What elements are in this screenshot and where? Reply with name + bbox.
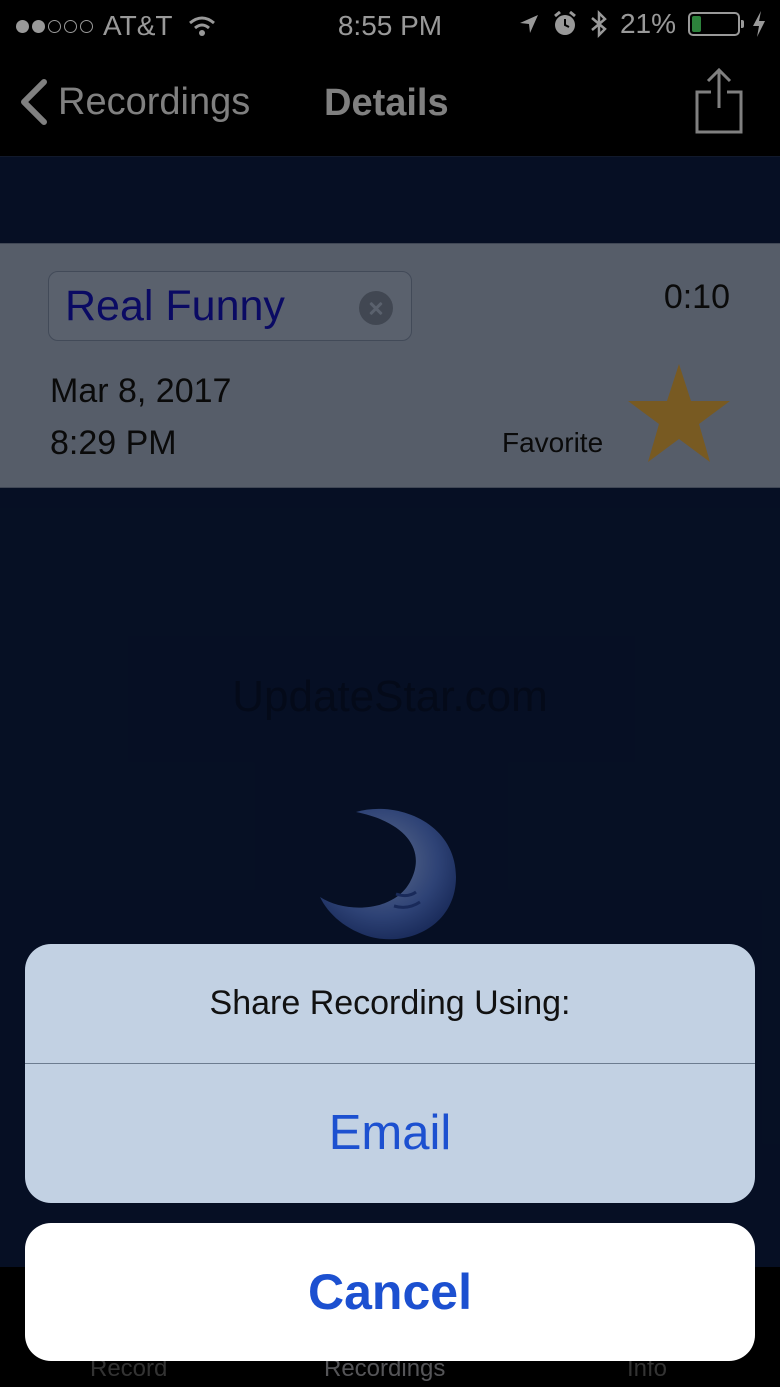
cancel-button[interactable]: Cancel — [25, 1223, 755, 1361]
action-sheet: Share Recording Using: Email — [25, 944, 755, 1203]
action-sheet-title: Share Recording Using: — [25, 944, 755, 1064]
email-option-button[interactable]: Email — [25, 1064, 755, 1203]
